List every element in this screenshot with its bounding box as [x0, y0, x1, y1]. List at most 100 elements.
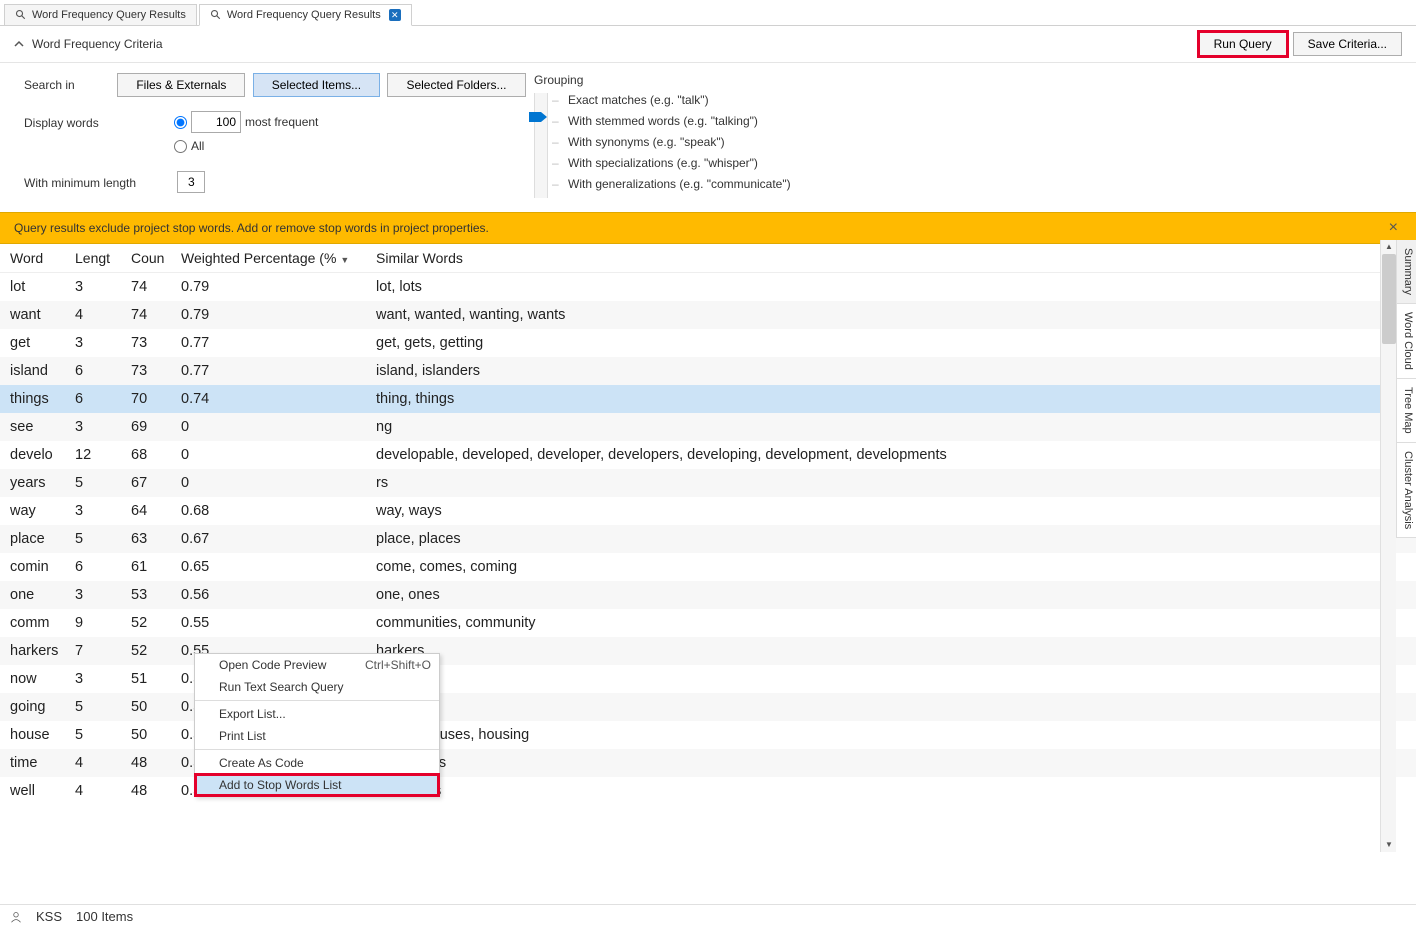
most-frequent-label: most frequent — [245, 115, 318, 129]
side-tab-word-cloud[interactable]: Word Cloud — [1397, 304, 1416, 379]
cell-word: things — [10, 391, 75, 407]
cell-word: years — [10, 475, 75, 491]
side-tab-summary[interactable]: Summary — [1397, 240, 1416, 304]
cell-word: one — [10, 587, 75, 603]
grouping-option: –With synonyms (e.g. "speak") — [552, 135, 791, 149]
cell-similar: place, places — [376, 531, 1406, 547]
selected-items-button[interactable]: Selected Items... — [253, 73, 380, 97]
cm-open-code-preview[interactable]: Open Code Preview Ctrl+Shift+O — [195, 654, 439, 676]
cell-similar: island, islanders — [376, 363, 1406, 379]
banner-close-icon[interactable]: × — [1385, 219, 1402, 237]
cell-count: 61 — [131, 559, 181, 575]
cell-weighted: 0 — [181, 447, 376, 463]
table-row[interactable]: way3640.68way, ways — [0, 497, 1416, 525]
cell-count: 69 — [131, 419, 181, 435]
grouping-option: –With generalizations (e.g. "communicate… — [552, 177, 791, 191]
run-query-button[interactable]: Run Query — [1199, 32, 1287, 56]
vertical-scrollbar[interactable]: ▲ ▼ — [1380, 240, 1396, 852]
table-row[interactable]: comin6610.65come, comes, coming — [0, 553, 1416, 581]
slider-thumb-icon[interactable] — [529, 112, 547, 122]
cm-export-list[interactable]: Export List... — [195, 703, 439, 725]
table-row[interactable]: years5670rs — [0, 469, 1416, 497]
cm-add-stop-words[interactable]: Add to Stop Words List — [195, 774, 439, 796]
magnifier-icon — [15, 9, 27, 21]
cell-weighted: 0.55 — [181, 615, 376, 631]
cell-count: 64 — [131, 503, 181, 519]
grouping-label: Grouping — [534, 73, 1392, 87]
col-length[interactable]: Lengt — [75, 250, 131, 266]
chevron-up-icon[interactable] — [14, 39, 24, 49]
selected-folders-button[interactable]: Selected Folders... — [387, 73, 525, 97]
scroll-thumb[interactable] — [1382, 254, 1396, 344]
cell-weighted: 0.65 — [181, 559, 376, 575]
save-criteria-button[interactable]: Save Criteria... — [1293, 32, 1402, 56]
cell-similar: ng — [376, 419, 1406, 435]
cell-count: 51 — [131, 671, 181, 687]
banner-text: Query results exclude project stop words… — [14, 221, 489, 235]
cm-print-list[interactable]: Print List — [195, 725, 439, 747]
most-frequent-radio[interactable] — [174, 116, 187, 129]
table-row[interactable]: want4740.79want, wanted, wanting, wants — [0, 301, 1416, 329]
cell-length: 12 — [75, 447, 131, 463]
cell-word: see — [10, 419, 75, 435]
cell-word: get — [10, 335, 75, 351]
cell-similar: time, times — [376, 755, 1406, 771]
tab-active[interactable]: Word Frequency Query Results ✕ — [199, 4, 412, 26]
tab-inactive[interactable]: Word Frequency Query Results — [4, 4, 197, 25]
min-length-input[interactable] — [177, 171, 205, 193]
cell-length: 6 — [75, 391, 131, 407]
grouping-slider[interactable] — [534, 93, 548, 198]
all-radio[interactable] — [174, 140, 187, 153]
col-similar[interactable]: Similar Words — [376, 250, 1406, 266]
cell-weighted: 0.77 — [181, 335, 376, 351]
scroll-up-icon[interactable]: ▲ — [1382, 240, 1396, 254]
table-row[interactable]: lot3740.79lot, lots — [0, 273, 1416, 301]
cell-similar: come, comes, coming — [376, 559, 1406, 575]
all-label: All — [191, 139, 204, 153]
col-word[interactable]: Word — [10, 250, 75, 266]
most-frequent-input[interactable] — [191, 111, 241, 133]
cell-count: 53 — [131, 587, 181, 603]
files-externals-button[interactable]: Files & Externals — [117, 73, 245, 97]
side-tab-cluster-analysis[interactable]: Cluster Analysis — [1397, 443, 1416, 538]
table-row[interactable]: things6700.74thing, things — [0, 385, 1416, 413]
side-tab-tree-map[interactable]: Tree Map — [1397, 379, 1416, 443]
cell-count: 52 — [131, 643, 181, 659]
criteria-panel: Search in Files & Externals Selected Ite… — [0, 63, 1416, 212]
cell-similar: communities, community — [376, 615, 1406, 631]
cell-length: 3 — [75, 503, 131, 519]
col-count[interactable]: Coun — [131, 250, 181, 266]
cm-run-text-search[interactable]: Run Text Search Query — [195, 676, 439, 698]
cm-shortcut: Ctrl+Shift+O — [365, 658, 431, 672]
table-row[interactable]: get3730.77get, gets, getting — [0, 329, 1416, 357]
cell-length: 3 — [75, 671, 131, 687]
table-row[interactable]: island6730.77island, islanders — [0, 357, 1416, 385]
cell-count: 50 — [131, 699, 181, 715]
results-table: Word Lengt Coun Weighted Percentage (%▼ … — [0, 244, 1416, 854]
cell-weighted: 0 — [181, 419, 376, 435]
cell-similar: thing, things — [376, 391, 1406, 407]
table-row[interactable]: see3690ng — [0, 413, 1416, 441]
table-row[interactable]: comm9520.55communities, community — [0, 609, 1416, 637]
grouping-option: –With stemmed words (e.g. "talking") — [552, 114, 791, 128]
criteria-title: Word Frequency Criteria — [32, 37, 163, 51]
cell-similar: harkers — [376, 643, 1406, 659]
context-menu: Open Code Preview Ctrl+Shift+O Run Text … — [194, 653, 440, 797]
scroll-down-icon[interactable]: ▼ — [1382, 838, 1396, 852]
cm-create-as-code[interactable]: Create As Code — [195, 752, 439, 774]
cell-count: 70 — [131, 391, 181, 407]
cell-count: 73 — [131, 363, 181, 379]
cell-word: house — [10, 727, 75, 743]
cell-length: 5 — [75, 727, 131, 743]
table-row[interactable]: develo12680developable, developed, devel… — [0, 441, 1416, 469]
close-icon[interactable]: ✕ — [389, 9, 401, 21]
table-row[interactable]: one3530.56one, ones — [0, 581, 1416, 609]
status-user: KSS — [36, 909, 62, 924]
cell-length: 7 — [75, 643, 131, 659]
cell-similar: well, wells — [376, 783, 1406, 799]
col-weighted[interactable]: Weighted Percentage (%▼ — [181, 250, 376, 266]
table-row[interactable]: place5630.67place, places — [0, 525, 1416, 553]
cell-weighted: 0.79 — [181, 279, 376, 295]
info-banner: Query results exclude project stop words… — [0, 212, 1416, 244]
cell-similar: lot, lots — [376, 279, 1406, 295]
